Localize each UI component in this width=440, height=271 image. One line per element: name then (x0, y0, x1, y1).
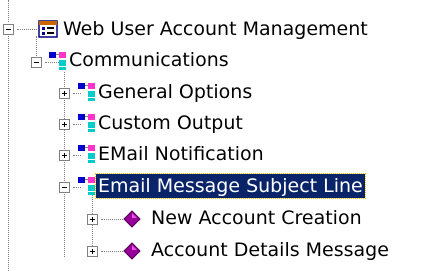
app-window-icon (38, 20, 58, 38)
tree-connector (17, 29, 37, 30)
tree-node-icon (78, 83, 95, 101)
tree-connector (101, 251, 123, 252)
expand-toggle-new-account-creation[interactable] (87, 214, 98, 225)
tree-connector (101, 219, 123, 220)
tree-item-general-options[interactable]: General Options (96, 80, 254, 104)
expand-toggle-general-options[interactable] (59, 88, 70, 99)
tree-node-icon (49, 52, 66, 70)
tree-item-communications[interactable]: Communications (67, 48, 231, 72)
tree-view: Web User Account Management Communicatio… (0, 0, 440, 271)
tree-item-account-details-message[interactable]: Account Details Message (149, 238, 391, 262)
tree-item-web-user-account-management[interactable]: Web User Account Management (61, 17, 370, 41)
expand-toggle-account-details-message[interactable] (87, 246, 98, 257)
tree-connector (64, 72, 65, 257)
tree-connector (8, 0, 9, 22)
tree-node-icon (78, 114, 95, 132)
collapse-toggle-email-message-subject-line[interactable] (59, 182, 70, 193)
tree-node-icon (78, 145, 95, 163)
tree-item-custom-output[interactable]: Custom Output (96, 111, 245, 135)
tree-item-email-message-subject-line[interactable]: Email Message Subject Line (95, 173, 366, 199)
tree-node-icon (78, 177, 95, 195)
collapse-toggle-root[interactable] (3, 24, 14, 35)
tree-item-email-notification[interactable]: EMail Notification (96, 142, 266, 166)
purple-diamond-icon (123, 242, 141, 260)
collapse-toggle-communications[interactable] (31, 57, 42, 68)
tree-connector (8, 36, 9, 271)
purple-diamond-icon (123, 210, 141, 228)
tree-item-new-account-creation[interactable]: New Account Creation (149, 206, 364, 230)
expand-toggle-custom-output[interactable] (59, 119, 70, 130)
expand-toggle-email-notification[interactable] (59, 150, 70, 161)
